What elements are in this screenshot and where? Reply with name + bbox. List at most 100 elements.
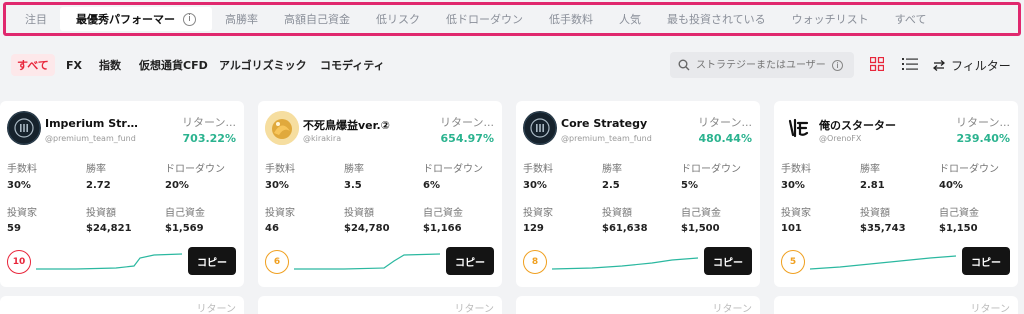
copy-button[interactable]: コピー: [188, 247, 236, 275]
strategy-name[interactable]: 不死鳥爆益ver.②: [303, 117, 403, 133]
list-view-icon[interactable]: [902, 57, 918, 71]
investors-value: 129: [523, 223, 544, 234]
performance-sparkline: [552, 257, 698, 270]
filter-chip-algorithmic[interactable]: アルゴリズミック: [219, 54, 307, 76]
copy-button[interactable]: コピー: [962, 247, 1010, 275]
tab-high-own-funds[interactable]: 高額自己資金: [271, 7, 363, 31]
strategy-name[interactable]: 俺のスターター: [819, 117, 919, 133]
strategy-card-partial[interactable]: リターン: [516, 296, 760, 314]
tab-label: ウォッチリスト: [791, 13, 869, 26]
performance-sparkline: [36, 253, 182, 270]
tab-all[interactable]: すべて: [882, 7, 940, 31]
rank-badge: 10: [7, 250, 31, 274]
performance-sparkline: [810, 255, 956, 270]
own-funds-value: $1,166: [423, 223, 462, 234]
filter-label: フィルター: [951, 58, 1011, 73]
return-label: リターン...: [182, 116, 236, 129]
fee-value: 30%: [781, 180, 805, 191]
return-label: リターン: [712, 304, 753, 314]
tab-low-drawdown[interactable]: 低ドローダウン: [433, 7, 536, 31]
copy-button[interactable]: コピー: [446, 247, 494, 275]
strategy-card[interactable]: 不死鳥爆益ver.② @kirakira リターン... 654.97% 手数料…: [258, 101, 502, 287]
tab-popular[interactable]: 人気: [606, 7, 654, 31]
category-filter-row: すべて FX 指数 仮想通貨CFD アルゴリズミック コモディティ i フィルタ…: [0, 48, 1024, 80]
filter-chip-fx[interactable]: FX: [66, 54, 82, 76]
invested-value: $35,743: [860, 223, 906, 234]
invested-value: $24,821: [86, 223, 132, 234]
own-funds-value: $1,569: [165, 223, 204, 234]
tab-watchlist[interactable]: ウォッチリスト: [779, 7, 882, 31]
ore-kanji-logo-icon: [781, 111, 815, 145]
info-icon[interactable]: i: [832, 59, 843, 71]
search-input[interactable]: [696, 59, 826, 71]
strategy-search[interactable]: i: [670, 52, 854, 78]
fee-label: 手数料: [265, 164, 295, 175]
tab-label: 高額自己資金: [284, 13, 350, 26]
ranking-tab-bar: 注目 最優秀パフォーマー i 高勝率 高額自己資金 低リスク 低ドローダウン 低手…: [3, 2, 1021, 36]
user-handle: @OrenoFX: [819, 134, 862, 143]
win-rate-value: 2.81: [860, 180, 885, 191]
drawdown-value: 6%: [423, 180, 440, 191]
win-rate-label: 勝率: [86, 164, 106, 175]
tab-label: 最も投資されている: [667, 13, 766, 26]
strategy-card[interactable]: Imperium Strate... @premium_team_fund リタ…: [0, 101, 244, 287]
investors-value: 59: [7, 223, 21, 234]
own-funds-label: 自己資金: [939, 208, 979, 219]
return-label: リターン: [196, 304, 237, 314]
gold-phoenix-avatar-icon: [265, 111, 299, 145]
investors-value: 46: [265, 223, 279, 234]
drawdown-label: ドローダウン: [681, 164, 741, 175]
tab-label: 注目: [25, 13, 47, 26]
fee-label: 手数料: [7, 164, 37, 175]
fee-label: 手数料: [523, 164, 553, 175]
investors-label: 投資家: [523, 208, 553, 219]
tab-low-fee[interactable]: 低手数料: [536, 7, 606, 31]
tab-label: 高勝率: [225, 13, 258, 26]
drawdown-value: 40%: [939, 180, 963, 191]
tab-most-invested[interactable]: 最も投資されている: [654, 7, 779, 31]
tab-featured[interactable]: 注目: [12, 7, 60, 31]
tab-label: すべて: [894, 13, 927, 26]
filter-chip-crypto-cfd[interactable]: 仮想通貨CFD: [139, 54, 208, 76]
drawdown-label: ドローダウン: [165, 164, 225, 175]
invested-value: $24,780: [344, 223, 390, 234]
copy-button[interactable]: コピー: [704, 247, 752, 275]
tab-top-performers[interactable]: 最優秀パフォーマー i: [60, 7, 212, 31]
user-handle: @kirakira: [303, 134, 342, 143]
win-rate-value: 2.72: [86, 180, 111, 191]
filter-chip-all[interactable]: すべて: [11, 54, 55, 76]
win-rate-label: 勝率: [344, 164, 364, 175]
strategy-card-partial[interactable]: リターン: [0, 296, 244, 314]
tab-low-risk[interactable]: 低リスク: [363, 7, 433, 31]
strategy-name[interactable]: Imperium Strate...: [45, 117, 145, 130]
strategy-card[interactable]: 俺のスターター @OrenoFX リターン... 239.40% 手数料 勝率 …: [774, 101, 1018, 287]
filter-chip-commodities[interactable]: コモディティ: [320, 54, 385, 76]
grid-view-icon[interactable]: [870, 57, 884, 71]
imperium-logo-icon: [7, 111, 41, 145]
info-icon[interactable]: i: [183, 12, 196, 26]
return-label: リターン: [454, 304, 495, 314]
own-funds-label: 自己資金: [681, 208, 721, 219]
strategy-card[interactable]: Core Strategy @premium_team_fund リターン...…: [516, 101, 760, 287]
search-icon: [678, 59, 690, 71]
own-funds-label: 自己資金: [423, 208, 463, 219]
strategy-card-partial[interactable]: リターン: [774, 296, 1018, 314]
strategy-name[interactable]: Core Strategy: [561, 117, 661, 130]
filter-chip-indices[interactable]: 指数: [99, 54, 121, 76]
invested-label: 投資額: [602, 208, 632, 219]
tab-high-win-rate[interactable]: 高勝率: [212, 7, 271, 31]
return-label: リターン...: [698, 116, 752, 129]
user-handle: @premium_team_fund: [45, 134, 136, 143]
investors-label: 投資家: [265, 208, 295, 219]
return-label: リターン...: [956, 116, 1010, 129]
own-funds-label: 自己資金: [165, 208, 205, 219]
rank-badge: 8: [523, 250, 547, 274]
return-label: リターン...: [440, 116, 494, 129]
drawdown-label: ドローダウン: [423, 164, 483, 175]
strategy-card-partial[interactable]: リターン: [258, 296, 502, 314]
investors-label: 投資家: [7, 208, 37, 219]
filter-button[interactable]: フィルター: [933, 54, 1011, 76]
own-funds-value: $1,150: [939, 223, 978, 234]
drawdown-value: 20%: [165, 180, 189, 191]
return-value: 239.40%: [956, 132, 1010, 145]
